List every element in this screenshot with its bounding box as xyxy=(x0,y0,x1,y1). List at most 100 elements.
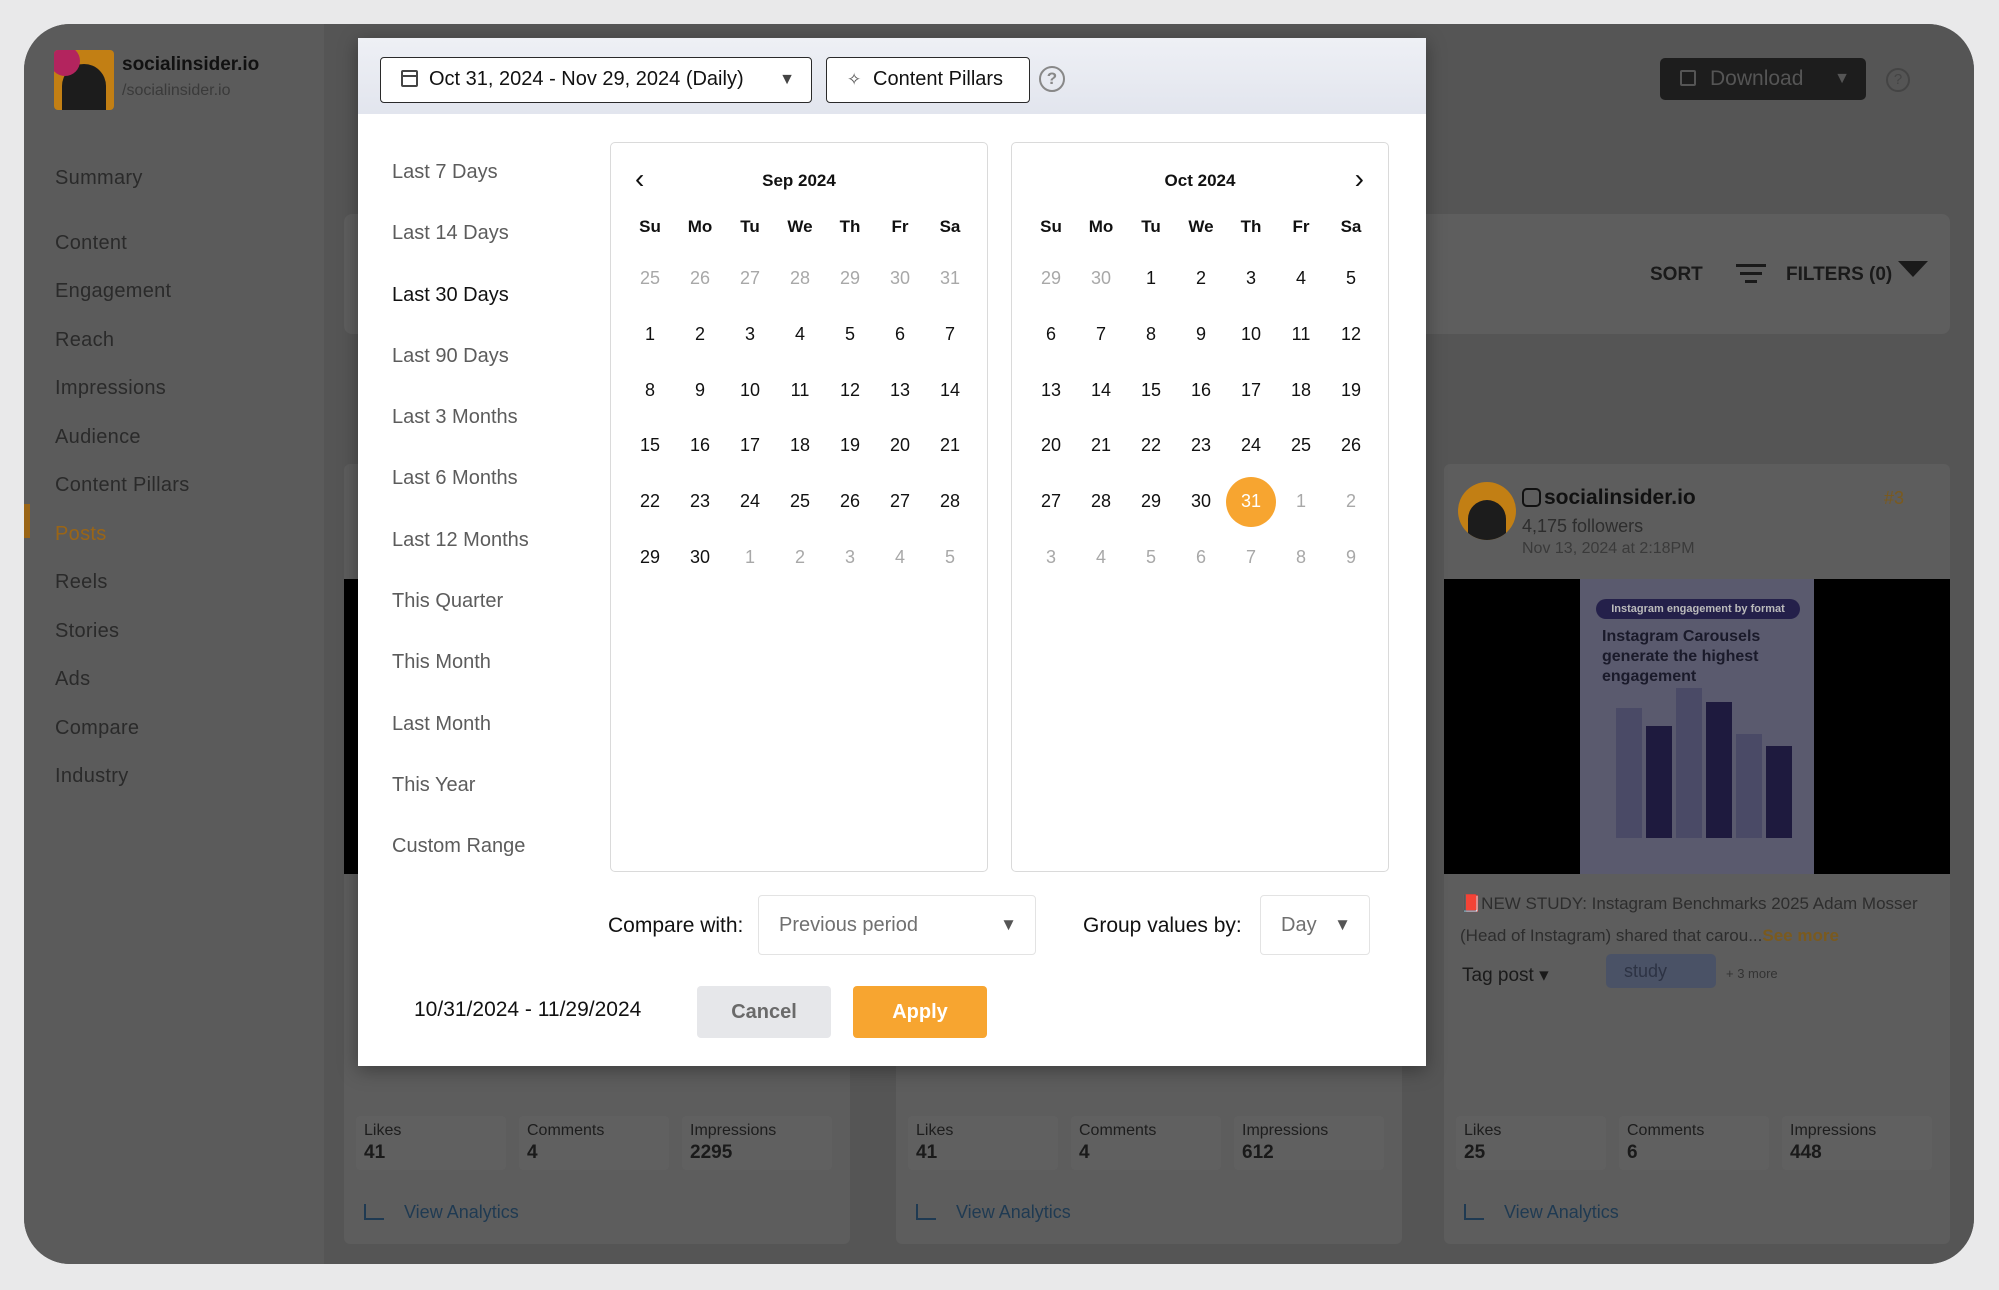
calendar-day[interactable]: 6 xyxy=(875,307,925,363)
calendar-day[interactable]: 1 xyxy=(1126,251,1176,307)
calendar-day[interactable]: 24 xyxy=(1226,418,1276,474)
date-range-dropdown[interactable]: Oct 31, 2024 - Nov 29, 2024 (Daily) ▼ xyxy=(380,57,812,103)
calendar-day[interactable]: 29 xyxy=(825,251,875,307)
calendar-day[interactable]: 17 xyxy=(1226,363,1276,419)
sidebar-item-reach[interactable]: Reach xyxy=(55,316,190,365)
calendar-day[interactable]: 14 xyxy=(925,363,975,419)
preset-last-month[interactable]: Last Month xyxy=(392,694,529,755)
calendar-day[interactable]: 25 xyxy=(625,251,675,307)
calendar-day[interactable]: 2 xyxy=(775,530,825,586)
sidebar-item-content[interactable]: Content xyxy=(55,219,190,268)
apply-button[interactable]: Apply xyxy=(853,986,987,1038)
calendar-day[interactable]: 2 xyxy=(675,307,725,363)
calendar-day[interactable]: 19 xyxy=(1326,363,1376,419)
preset-this-quarter[interactable]: This Quarter xyxy=(392,571,529,632)
calendar-day[interactable]: 12 xyxy=(1326,307,1376,363)
group-select[interactable]: Day ▼ xyxy=(1260,895,1370,955)
account-name[interactable]: socialinsider.io xyxy=(1544,486,1696,510)
calendar-day[interactable]: 30 xyxy=(875,251,925,307)
calendar-day[interactable]: 9 xyxy=(675,363,725,419)
calendar-day[interactable]: 29 xyxy=(1126,474,1176,530)
calendar-day[interactable]: 12 xyxy=(825,363,875,419)
calendar-day[interactable]: 25 xyxy=(775,474,825,530)
calendar-day[interactable]: 14 xyxy=(1076,363,1126,419)
chevron-down-icon[interactable]: ▼ xyxy=(1834,58,1850,100)
tag-chip[interactable]: study xyxy=(1606,954,1716,988)
preset-last-6-months[interactable]: Last 6 Months xyxy=(392,448,529,509)
preset-custom-range[interactable]: Custom Range xyxy=(392,816,529,877)
calendar-day[interactable]: 21 xyxy=(1076,418,1126,474)
post-image[interactable]: Instagram engagement by format Instagram… xyxy=(1444,579,1950,874)
calendar-day[interactable]: 7 xyxy=(925,307,975,363)
calendar-day[interactable]: 30 xyxy=(1076,251,1126,307)
calendar-day[interactable]: 1 xyxy=(625,307,675,363)
calendar-day[interactable]: 4 xyxy=(775,307,825,363)
preset-this-year[interactable]: This Year xyxy=(392,755,529,816)
sidebar-item-posts[interactable]: Posts xyxy=(55,510,190,559)
calendar-day[interactable]: 29 xyxy=(625,530,675,586)
see-more-link[interactable]: See more xyxy=(1762,926,1839,945)
calendar-day[interactable]: 2 xyxy=(1326,474,1376,530)
calendar-day[interactable]: 7 xyxy=(1076,307,1126,363)
calendar-day[interactable]: 20 xyxy=(875,418,925,474)
sidebar-item-impressions[interactable]: Impressions xyxy=(55,364,190,413)
calendar-day[interactable]: 27 xyxy=(875,474,925,530)
calendar-day-selected[interactable]: 31 xyxy=(1226,474,1276,530)
calendar-day[interactable]: 11 xyxy=(775,363,825,419)
calendar-day[interactable]: 8 xyxy=(1126,307,1176,363)
sidebar-item-ads[interactable]: Ads xyxy=(55,655,190,704)
calendar-day[interactable]: 1 xyxy=(1276,474,1326,530)
preset-last-7-days[interactable]: Last 7 Days xyxy=(392,142,529,203)
filter-icon[interactable] xyxy=(1898,261,1928,277)
calendar-day[interactable]: 8 xyxy=(625,363,675,419)
calendar-day[interactable]: 5 xyxy=(1326,251,1376,307)
sidebar-item-summary[interactable]: Summary xyxy=(55,154,190,203)
preset-last-14-days[interactable]: Last 14 Days xyxy=(392,203,529,264)
sidebar-item-reels[interactable]: Reels xyxy=(55,558,190,607)
view-analytics-link[interactable]: View Analytics xyxy=(956,1202,1071,1223)
calendar-day[interactable]: 30 xyxy=(1176,474,1226,530)
calendar-day[interactable]: 5 xyxy=(825,307,875,363)
help-icon[interactable]: ? xyxy=(1886,68,1910,92)
sidebar-item-industry[interactable]: Industry xyxy=(55,752,190,801)
calendar-day[interactable]: 25 xyxy=(1276,418,1326,474)
calendar-day[interactable]: 26 xyxy=(675,251,725,307)
view-analytics-link[interactable]: View Analytics xyxy=(404,1202,519,1223)
calendar-day[interactable]: 30 xyxy=(675,530,725,586)
calendar-day[interactable]: 6 xyxy=(1026,307,1076,363)
calendar-day[interactable]: 22 xyxy=(1126,418,1176,474)
calendar-day[interactable]: 1 xyxy=(725,530,775,586)
sidebar-item-compare[interactable]: Compare xyxy=(55,704,190,753)
calendar-day[interactable]: 27 xyxy=(1026,474,1076,530)
preset-last-90-days[interactable]: Last 90 Days xyxy=(392,326,529,387)
calendar-day[interactable]: 9 xyxy=(1326,530,1376,586)
calendar-day[interactable]: 23 xyxy=(1176,418,1226,474)
calendar-day[interactable]: 28 xyxy=(925,474,975,530)
sidebar-item-engagement[interactable]: Engagement xyxy=(55,267,190,316)
calendar-day[interactable]: 5 xyxy=(1126,530,1176,586)
sidebar-item-content-pillars[interactable]: Content Pillars xyxy=(55,461,190,510)
calendar-day[interactable]: 4 xyxy=(1276,251,1326,307)
calendar-day[interactable]: 15 xyxy=(625,418,675,474)
sort-button[interactable]: SORT xyxy=(1650,264,1703,286)
calendar-day[interactable]: 19 xyxy=(825,418,875,474)
calendar-day[interactable]: 20 xyxy=(1026,418,1076,474)
calendar-day[interactable]: 16 xyxy=(1176,363,1226,419)
calendar-day[interactable]: 17 xyxy=(725,418,775,474)
sort-icon[interactable] xyxy=(1736,264,1766,288)
calendar-day[interactable]: 28 xyxy=(1076,474,1126,530)
calendar-day[interactable]: 24 xyxy=(725,474,775,530)
calendar-day[interactable]: 11 xyxy=(1276,307,1326,363)
calendar-day[interactable]: 2 xyxy=(1176,251,1226,307)
filters-button[interactable]: FILTERS (0) xyxy=(1786,264,1892,286)
calendar-day[interactable]: 26 xyxy=(1326,418,1376,474)
cancel-button[interactable]: Cancel xyxy=(697,986,831,1038)
sidebar-item-audience[interactable]: Audience xyxy=(55,413,190,462)
calendar-day[interactable]: 3 xyxy=(825,530,875,586)
calendar-day[interactable]: 3 xyxy=(1226,251,1276,307)
preset-this-month[interactable]: This Month xyxy=(392,632,529,693)
calendar-day[interactable]: 10 xyxy=(725,363,775,419)
calendar-day[interactable]: 4 xyxy=(875,530,925,586)
calendar-day[interactable]: 28 xyxy=(775,251,825,307)
calendar-day[interactable]: 6 xyxy=(1176,530,1226,586)
